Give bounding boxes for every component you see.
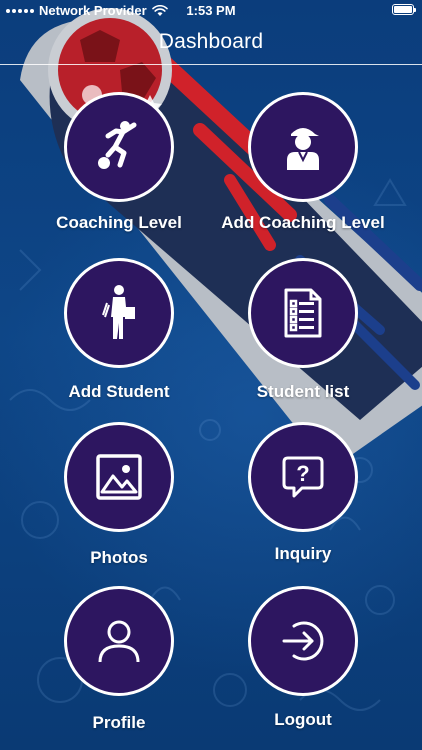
- student-icon: [102, 285, 135, 339]
- svg-text:?: ?: [296, 461, 309, 486]
- question-bubble-icon: ?: [282, 456, 324, 498]
- status-time: 1:53 PM: [186, 3, 236, 18]
- status-bar: Network Provider 1:53 PM: [0, 0, 422, 22]
- menu-tile-inquiry[interactable]: ? Inquiry: [208, 422, 398, 582]
- menu-tile-student-list[interactable]: Student list: [208, 258, 398, 418]
- menu-label: Student list: [256, 382, 350, 401]
- menu-tile-circle[interactable]: [248, 258, 358, 368]
- coach-icon: [287, 128, 319, 170]
- menu-tile-circle[interactable]: [64, 586, 174, 696]
- menu-tile-profile[interactable]: Profile: [24, 586, 214, 746]
- menu-tile-logout[interactable]: Logout: [208, 586, 398, 746]
- menu-tile-coaching-level[interactable]: Coaching Level: [24, 92, 214, 252]
- menu-tile-circle[interactable]: [248, 586, 358, 696]
- menu-label: Logout: [274, 710, 332, 729]
- soccer-player-icon: [98, 121, 137, 169]
- menu-tile-photos[interactable]: Photos: [24, 422, 214, 582]
- menu-tile-circle[interactable]: [248, 92, 358, 202]
- page-title: Dashboard: [158, 30, 264, 53]
- logout-icon: [282, 621, 324, 661]
- menu-label: Add Coaching Level: [221, 213, 385, 232]
- menu-tile-circle[interactable]: [64, 258, 174, 368]
- battery-icon: [392, 4, 416, 15]
- menu-tile-circle[interactable]: [64, 92, 174, 202]
- menu-tile-circle[interactable]: ?: [248, 422, 358, 532]
- user-icon: [98, 620, 140, 663]
- menu-tile-add-coaching-level[interactable]: Add Coaching Level: [208, 92, 398, 252]
- image-icon: [96, 454, 142, 500]
- menu-tile-circle[interactable]: [64, 422, 174, 532]
- checklist-icon: [284, 288, 322, 338]
- menu-tile-add-student[interactable]: Add Student: [24, 258, 214, 418]
- header-divider: [0, 64, 422, 65]
- menu-label: Inquiry: [274, 544, 332, 563]
